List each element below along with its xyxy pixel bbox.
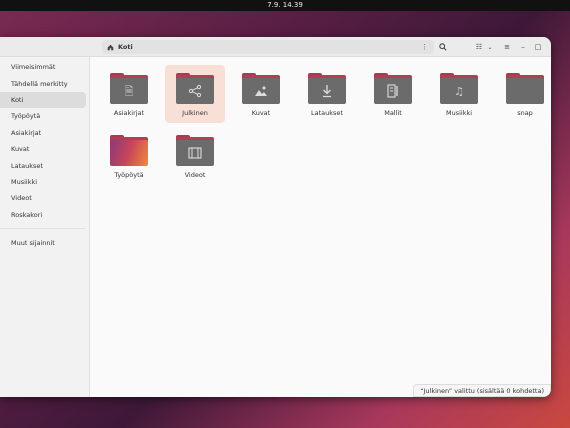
folder-label: Julkinen xyxy=(182,109,208,117)
sidebar-item-label: Musiikki xyxy=(11,177,38,186)
share-icon xyxy=(188,84,202,98)
folder-videos[interactable]: Videot xyxy=(165,127,225,185)
folder-icon xyxy=(506,73,544,104)
image-icon xyxy=(4,146,8,152)
folder-icon xyxy=(110,135,148,166)
sidebar-item-label: Lataukset xyxy=(11,161,43,170)
sidebar-item-music[interactable]: Musiikki xyxy=(0,174,86,190)
sidebar-item-label: Videot xyxy=(11,194,32,203)
folder-label: snap xyxy=(517,109,533,117)
music-icon xyxy=(4,179,8,185)
sidebar-divider xyxy=(0,227,85,229)
folder-documents[interactable]: 🗎 Asiakirjat xyxy=(99,65,159,123)
download-icon xyxy=(4,163,8,169)
plus-icon xyxy=(4,240,8,246)
sidebar-item-label: Muut sijainnit xyxy=(11,239,55,248)
sidebar-item-videos[interactable]: Videot xyxy=(0,190,86,206)
star-icon xyxy=(4,81,8,87)
music-icon: ♫ xyxy=(454,84,464,98)
folder-music[interactable]: ♫ Musiikki xyxy=(429,65,489,123)
desktop-icon xyxy=(110,140,148,166)
path-bar[interactable]: Koti ⋮ xyxy=(102,40,434,54)
folder-pictures[interactable]: Kuvat xyxy=(231,65,291,123)
folder-icon xyxy=(176,135,214,166)
sidebar-item-label: Asiakirjat xyxy=(11,128,42,137)
chevron-down-icon: ⌄ xyxy=(487,43,493,51)
folder-label: Lataukset xyxy=(311,109,343,117)
sidebar-item-trash[interactable]: Roskakori xyxy=(0,207,86,223)
home-icon xyxy=(107,44,114,50)
minimize-button[interactable]: – xyxy=(518,40,528,54)
search-button[interactable] xyxy=(437,40,449,54)
list-view-icon: ☷ xyxy=(475,43,483,51)
folder-label: Asiakirjat xyxy=(113,109,145,117)
path-label: Koti xyxy=(118,43,133,51)
folder-icon xyxy=(242,73,280,104)
status-bar: “Julkinen” valittu (sisältää 0 kohdetta) xyxy=(413,384,551,397)
header-bar: Koti ⋮ ☷ ⌄ ≡ – □ × xyxy=(0,37,551,57)
home-icon xyxy=(4,97,8,103)
folder-downloads[interactable]: Lataukset xyxy=(297,65,357,123)
trash-icon xyxy=(4,212,8,218)
video-icon xyxy=(4,195,8,201)
maximize-icon: □ xyxy=(534,43,542,51)
folder-templates[interactable]: Mallit xyxy=(363,65,423,123)
sidebar-item-label: Roskakori xyxy=(11,210,43,219)
document-icon xyxy=(4,130,8,136)
hamburger-menu-icon: ≡ xyxy=(504,43,510,51)
sidebar-item-label: Viimeisimmät xyxy=(11,63,56,72)
folder-label: Videot xyxy=(184,171,206,179)
minimize-icon: – xyxy=(521,43,525,51)
path-menu-icon[interactable]: ⋮ xyxy=(421,40,428,54)
folder-icon: 🗎 xyxy=(110,73,148,104)
document-icon: 🗎 xyxy=(124,84,134,98)
clock[interactable]: 7.9. 14.39 xyxy=(267,1,303,9)
close-icon: × xyxy=(550,43,551,51)
desktop-icon xyxy=(4,113,8,119)
folder-snap[interactable]: snap xyxy=(495,65,551,123)
file-manager-window: Koti ⋮ ☷ ⌄ ≡ – □ × Viimeisimmät Tähdellä… xyxy=(0,37,551,397)
sidebar-item-label: Koti xyxy=(11,95,24,104)
clock-icon xyxy=(4,64,8,70)
image-icon xyxy=(255,86,267,96)
folder-icon xyxy=(308,73,346,104)
maximize-button[interactable]: □ xyxy=(533,40,543,54)
main-menu-button[interactable]: ≡ xyxy=(502,40,512,54)
top-bar: 7.9. 14.39 xyxy=(0,0,570,11)
sidebar-item-home[interactable]: Koti xyxy=(0,91,86,109)
template-icon xyxy=(387,84,398,98)
folder-icon xyxy=(176,73,214,104)
folder-public[interactable]: Julkinen xyxy=(165,65,225,123)
folder-label: Kuvat xyxy=(251,109,271,117)
sidebar-item-desktop[interactable]: Työpöytä xyxy=(0,108,86,124)
video-icon xyxy=(188,147,202,159)
sidebar: Viimeisimmät Tähdellä merkitty Koti Työp… xyxy=(0,57,90,397)
view-toggle-button[interactable]: ☷ xyxy=(474,40,484,54)
sidebar-item-pictures[interactable]: Kuvat xyxy=(0,141,86,157)
sidebar-item-other-locations[interactable]: Muut sijainnit xyxy=(0,235,86,251)
sidebar-item-label: Työpöytä xyxy=(11,112,41,121)
folder-desktop[interactable]: Työpöytä xyxy=(99,127,159,185)
sidebar-item-recent[interactable]: Viimeisimmät xyxy=(0,59,86,75)
download-icon xyxy=(323,85,331,98)
folder-icon: ♫ xyxy=(440,73,478,104)
sidebar-item-label: Tähdellä merkitty xyxy=(11,79,68,88)
folder-label: Työpöytä xyxy=(114,171,144,179)
search-icon xyxy=(439,43,447,51)
folder-icon xyxy=(374,73,412,104)
sidebar-item-label: Kuvat xyxy=(11,145,30,154)
view-options-button[interactable]: ⌄ xyxy=(486,40,494,54)
sidebar-item-starred[interactable]: Tähdellä merkitty xyxy=(0,75,86,91)
sidebar-item-documents[interactable]: Asiakirjat xyxy=(0,125,86,141)
folder-label: Musiikki xyxy=(445,109,473,117)
folder-label: Mallit xyxy=(384,109,402,117)
file-grid: 🗎 Asiakirjat Julkinen Kuvat Lataukset Ma… xyxy=(91,57,551,397)
close-button[interactable]: × xyxy=(548,40,551,54)
sidebar-item-downloads[interactable]: Lataukset xyxy=(0,157,86,173)
